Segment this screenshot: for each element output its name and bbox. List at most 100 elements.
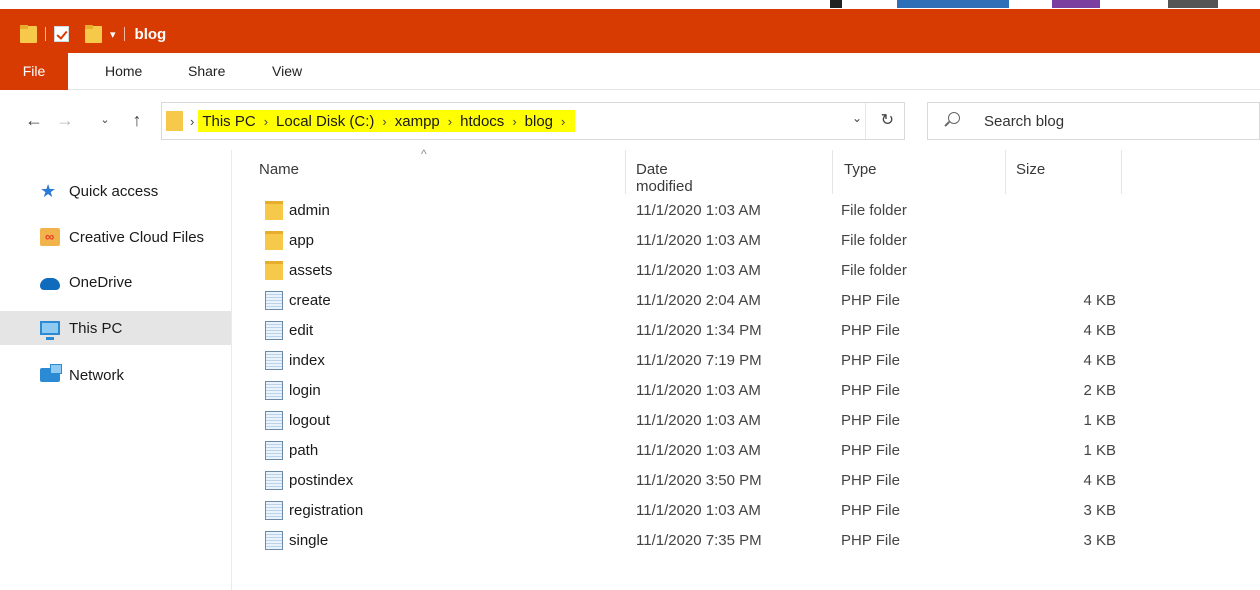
list-item[interactable]: admin 11/1/2020 1:03 AM File folder [233,196,1260,226]
list-item[interactable]: path 11/1/2020 1:03 AM PHP File 1 KB [233,436,1260,466]
file-date: 11/1/2020 2:04 AM [636,292,761,309]
background-fragment [1168,0,1218,8]
arrow-left-icon: ← [25,110,43,130]
breadcrumb-blog[interactable]: blog [521,113,557,130]
up-button[interactable]: ↑ [126,109,148,131]
list-item[interactable]: logout 11/1/2020 1:03 AM PHP File 1 KB [233,406,1260,436]
computer-icon [40,321,60,340]
sidebar-item-label: Creative Cloud Files [69,228,205,246]
creative-cloud-icon [40,228,60,246]
php-file-icon [265,351,283,370]
list-item[interactable]: postindex 11/1/2020 3:50 PM PHP File 4 K… [233,466,1260,496]
breadcrumb-xampp[interactable]: xampp [391,113,444,130]
file-date: 11/1/2020 1:03 AM [636,262,761,279]
list-item[interactable]: app 11/1/2020 1:03 AM File folder [233,226,1260,256]
file-date: 11/1/2020 7:35 PM [636,532,762,549]
breadcrumb-this-pc[interactable]: This PC [198,113,259,130]
sidebar-item-onedrive[interactable]: OneDrive [0,265,231,299]
quick-access-toolbar: ▾ blog [20,23,166,45]
file-size: 4 KB [1083,292,1116,309]
title-bar: ▾ blog [0,0,1260,53]
search-input[interactable] [984,109,1244,133]
file-size: 3 KB [1083,532,1116,549]
file-date: 11/1/2020 1:03 AM [636,412,761,429]
list-item[interactable]: edit 11/1/2020 1:34 PM PHP File 4 KB [233,316,1260,346]
breadcrumb-local-disk[interactable]: Local Disk (C:) [272,113,378,130]
tab-file[interactable]: File [0,53,68,90]
address-bar[interactable]: › This PC › Local Disk (C:) › xampp › ht… [161,102,905,140]
file-type: PHP File [841,532,900,549]
tab-share[interactable]: Share [188,53,225,90]
background-fragment [897,0,1009,8]
php-file-icon [265,531,283,550]
sidebar-item-label: This PC [69,319,123,337]
chevron-right-icon[interactable]: › [508,114,520,129]
refresh-icon[interactable]: ↻ [881,110,894,130]
list-item[interactable]: index 11/1/2020 7:19 PM PHP File 4 KB [233,346,1260,376]
list-item[interactable]: single 11/1/2020 7:35 PM PHP File 3 KB [233,526,1260,556]
breadcrumb-htdocs[interactable]: htdocs [456,113,508,130]
customize-toolbar-dropdown-icon[interactable]: ▾ [110,28,116,41]
file-name: postindex [289,472,354,489]
file-type: PHP File [841,412,900,429]
sort-ascending-icon: ^ [421,147,427,161]
column-divider[interactable] [832,150,833,194]
list-item[interactable]: registration 11/1/2020 1:03 AM PHP File … [233,496,1260,526]
column-header-name[interactable]: Name [259,161,299,178]
chevron-right-icon[interactable]: › [378,114,390,129]
column-divider[interactable] [1005,150,1006,194]
back-button[interactable]: ← [23,109,45,131]
sidebar-item-this-pc[interactable]: This PC [0,311,231,345]
properties-icon[interactable] [54,26,69,42]
new-folder-icon[interactable] [85,25,102,43]
arrow-up-icon: ↑ [132,110,142,130]
sidebar-item-quick-access[interactable]: ★ Quick access [0,174,231,208]
file-date: 11/1/2020 1:34 PM [636,322,762,339]
file-type: PHP File [841,322,900,339]
file-name: app [289,232,315,249]
chevron-right-icon[interactable]: › [557,114,569,129]
column-header-size[interactable]: Size [1016,161,1045,178]
sidebar-item-network[interactable]: Network [0,358,231,392]
file-type: PHP File [841,292,900,309]
list-item[interactable]: assets 11/1/2020 1:03 AM File folder [233,256,1260,286]
tab-home[interactable]: Home [105,53,142,90]
column-header-date-modified[interactable]: Date modified [636,161,693,195]
file-size: 4 KB [1083,352,1116,369]
arrow-right-icon: → [56,110,74,130]
php-file-icon [265,321,283,340]
network-icon [40,364,62,382]
column-divider[interactable] [625,150,626,194]
file-name: admin [289,202,330,219]
divider [865,103,866,139]
sidebar-item-creative-cloud-files[interactable]: Creative Cloud Files [0,220,231,254]
file-size: 4 KB [1083,322,1116,339]
breadcrumb-highlight: This PC › Local Disk (C:) › xampp › htdo… [198,110,576,132]
chevron-right-icon[interactable]: › [186,114,198,129]
recent-locations-button[interactable]: ⌄ [94,109,116,131]
column-header-type[interactable]: Type [844,161,877,178]
navigation-bar: ← → ⌄ ↑ › This PC › Local Disk (C:) › xa… [0,90,1260,150]
star-icon: ★ [40,181,57,201]
forward-button[interactable]: → [54,109,76,131]
divider [123,27,125,41]
navigation-pane: ★ Quick access Creative Cloud Files OneD… [0,150,232,590]
tab-view[interactable]: View [272,53,302,90]
file-type: File folder [841,262,907,279]
chevron-right-icon[interactable]: › [444,114,456,129]
breadcrumb: › This PC › Local Disk (C:) › xampp › ht… [186,109,576,133]
sidebar-item-label: Quick access [69,182,159,200]
file-type: PHP File [841,352,900,369]
column-divider[interactable] [1121,150,1122,194]
php-file-icon [265,441,283,460]
list-item[interactable]: create 11/1/2020 2:04 AM PHP File 4 KB [233,286,1260,316]
file-name: index [289,352,325,369]
chevron-right-icon[interactable]: › [260,114,272,129]
list-item[interactable]: login 11/1/2020 1:03 AM PHP File 2 KB [233,376,1260,406]
file-name: assets [289,262,333,279]
chevron-down-icon: ⌄ [100,114,110,126]
php-file-icon [265,411,283,430]
file-size: 1 KB [1083,412,1116,429]
address-history-dropdown-icon[interactable]: ⌄ [852,111,862,125]
search-box[interactable] [927,102,1260,140]
